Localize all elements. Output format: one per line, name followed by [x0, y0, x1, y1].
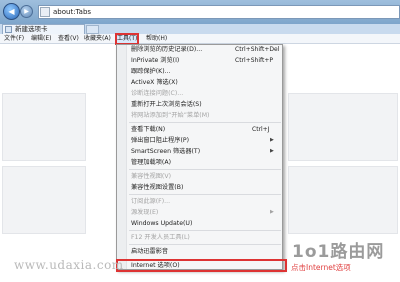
menu-edit[interactable]: 编辑(E)	[31, 34, 51, 44]
menu-item-activex-filter[interactable]: ActiveX 筛选(X)	[131, 78, 178, 87]
menu-separator	[129, 244, 281, 245]
back-button[interactable]: ◀	[3, 3, 20, 20]
menu-item-popup-blocker[interactable]: 弹出窗口阻止程序(P)	[131, 136, 189, 145]
shortcut-delete-history: Ctrl+Shift+Del	[235, 46, 280, 53]
menu-item-diagnose: 诊断连接问题(C)...	[131, 90, 184, 97]
menu-item-view-downloads[interactable]: 查看下载(N)	[131, 125, 165, 134]
menu-separator	[129, 169, 281, 170]
menu-file[interactable]: 文件(F)	[4, 34, 24, 44]
internet-options-highlight	[116, 259, 287, 272]
menu-item-manage-addons[interactable]: 管理加载项(A)	[131, 158, 171, 167]
forward-arrow-icon: ▶	[24, 8, 29, 15]
menu-item-add-to-start: 将网站添加到“开始”菜单(M)	[131, 112, 210, 119]
menu-separator	[129, 194, 281, 195]
shortcut-inprivate: Ctrl+Shift+P	[235, 57, 273, 64]
site-tile[interactable]	[288, 93, 398, 161]
menu-item-smartscreen[interactable]: SmartScreen 筛选器(T)	[131, 147, 200, 156]
site-tile[interactable]	[2, 93, 86, 161]
forward-button[interactable]: ▶	[20, 5, 33, 18]
address-text[interactable]: about:Tabs	[53, 6, 91, 18]
new-tab-button[interactable]	[86, 25, 99, 34]
menu-separator	[129, 122, 281, 123]
menu-item-windows-update[interactable]: Windows Update(U)	[131, 219, 192, 228]
back-arrow-icon: ◀	[8, 7, 15, 16]
menu-item-dev-tools: F12 开发人员工具(L)	[131, 234, 190, 241]
watermark: www.udaxia.com	[14, 258, 124, 272]
tab-page-icon	[5, 26, 12, 33]
annotation-label: 点击Internet选项	[291, 263, 351, 272]
submenu-arrow-icon: ▶	[270, 148, 274, 154]
menu-favorites[interactable]: 收藏夹(A)	[84, 34, 111, 44]
menu-item-tracking-protection[interactable]: 跟踪保护(K)...	[131, 67, 171, 76]
submenu-arrow-icon: ▶	[270, 209, 274, 215]
menu-help[interactable]: 帮助(H)	[146, 34, 167, 44]
menu-item-compat-view: 兼容性视图(V)	[131, 173, 171, 180]
menu-tools[interactable]: 工具(T)	[117, 34, 137, 44]
shortcut-view-downloads: Ctrl+J	[252, 126, 270, 133]
site-tile[interactable]	[288, 166, 398, 234]
menu-view[interactable]: 查看(V)	[58, 34, 79, 44]
menu-item-delete-history[interactable]: 删除浏览的历史记录(D)...	[131, 45, 202, 54]
menu-item-reopen-session[interactable]: 重新打开上次浏览会话(S)	[131, 100, 202, 109]
page-icon	[40, 7, 50, 17]
menu-item-inprivate[interactable]: InPrivate 浏览(I)	[131, 56, 179, 65]
menu-item-xunlei[interactable]: 启动迅雷影音	[131, 247, 168, 256]
menu-item-subscribe-feed: 订阅此源(F)...	[131, 198, 171, 205]
menu-item-feed-discovery: 源发现(E)	[131, 209, 159, 216]
site-tile[interactable]	[2, 166, 86, 234]
menu-item-compat-settings[interactable]: 兼容性视图设置(B)	[131, 183, 183, 192]
submenu-arrow-icon: ▶	[270, 137, 274, 143]
menu-separator	[129, 230, 281, 231]
menu-icon-strip	[117, 45, 127, 269]
site-logo: 1o1路由网	[292, 242, 385, 262]
address-bar[interactable]	[38, 5, 400, 19]
